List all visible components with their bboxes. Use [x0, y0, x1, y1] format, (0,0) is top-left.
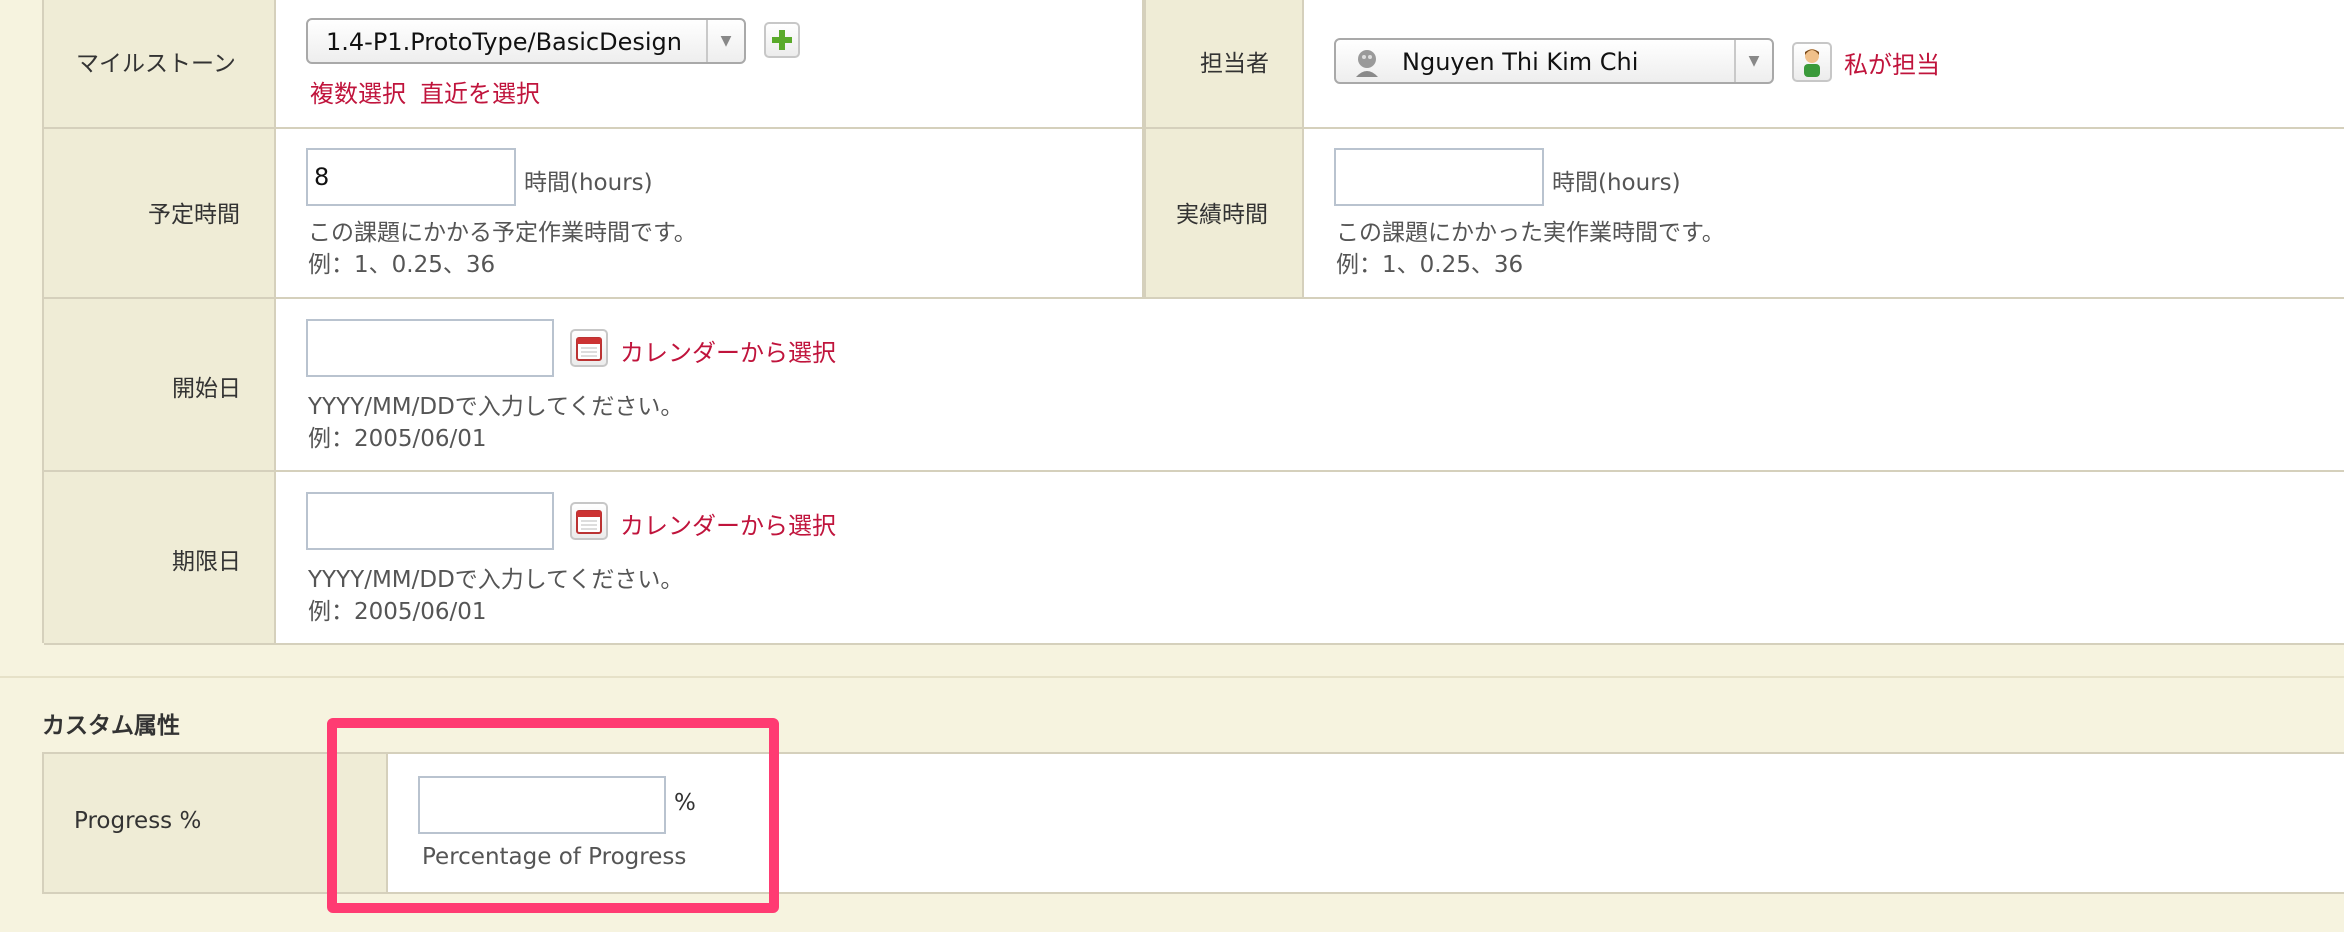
due-date-help: YYYY/MM/DDで入力してください。 — [308, 567, 684, 593]
chevron-down-icon: ▼ — [1734, 40, 1772, 82]
select-recent-link[interactable]: 直近を選択 — [420, 74, 540, 109]
start-date-value-cell: カレンダーから選択 YYYY/MM/DDで入力してください。 例：2005/06… — [276, 299, 2344, 472]
milestone-label-cell: マイルストーン — [44, 0, 276, 129]
estimated-hours-label: 予定時間 — [148, 202, 240, 228]
assignee-label: 担当者 — [1200, 51, 1269, 77]
estimated-hours-label-cell: 予定時間 — [44, 129, 276, 299]
plus-icon — [772, 30, 792, 50]
due-date-calendar-button[interactable] — [570, 502, 608, 540]
estimated-hours-example: 例：1、0.25、36 — [308, 252, 496, 278]
milestone-select[interactable]: 1.4-P1.ProtoType/BasicDesign ▼ — [306, 18, 746, 64]
calendar-icon — [576, 337, 602, 361]
due-date-input[interactable] — [306, 492, 554, 550]
assignee-label-cell: 担当者 — [1144, 0, 1304, 129]
due-date-value-cell: カレンダーから選択 YYYY/MM/DDで入力してください。 例：2005/06… — [276, 472, 2344, 645]
actual-hours-input[interactable] — [1334, 148, 1544, 206]
assignee-value-cell: Nguyen Thi Kim Chi ▼ 私が担当 — [1304, 0, 2344, 129]
start-date-label: 開始日 — [172, 376, 241, 402]
start-date-label-cell: 開始日 — [44, 299, 276, 472]
user-avatar-icon — [1356, 50, 1378, 77]
person-icon — [1804, 49, 1820, 77]
assignee-select[interactable]: Nguyen Thi Kim Chi ▼ — [1334, 38, 1774, 84]
due-date-calendar-link[interactable]: カレンダーから選択 — [620, 506, 836, 541]
actual-hours-help: この課題にかかった実作業時間です。 — [1336, 220, 1725, 246]
start-date-input[interactable] — [306, 319, 554, 377]
section-divider — [0, 676, 2344, 678]
actual-hours-label: 実績時間 — [1176, 202, 1268, 228]
milestone-value-cell: 1.4-P1.ProtoType/BasicDesign ▼ 複数選択 直近を選… — [276, 0, 1144, 129]
self-assign-icon-button[interactable] — [1792, 42, 1832, 82]
assignee-select-value: Nguyen Thi Kim Chi — [1402, 48, 1639, 76]
custom-attributes-heading: カスタム属性 — [42, 713, 180, 739]
start-date-calendar-link[interactable]: カレンダーから選択 — [620, 333, 836, 368]
start-date-calendar-button[interactable] — [570, 329, 608, 367]
actual-hours-value-cell: 時間(hours) この課題にかかった実作業時間です。 例：1、0.25、36 — [1304, 129, 2344, 299]
milestone-select-value: 1.4-P1.ProtoType/BasicDesign — [326, 28, 682, 56]
chevron-down-icon: ▼ — [706, 20, 744, 62]
self-assign-link[interactable]: 私が担当 — [1844, 45, 1940, 80]
due-date-example: 例：2005/06/01 — [308, 599, 487, 625]
start-date-example: 例：2005/06/01 — [308, 426, 487, 452]
milestone-label: マイルストーン — [76, 51, 236, 77]
start-date-help: YYYY/MM/DDで入力してください。 — [308, 394, 684, 420]
estimated-hours-help: この課題にかかる予定作業時間です。 — [308, 220, 697, 246]
add-milestone-button[interactable] — [764, 22, 800, 58]
estimated-hours-value-cell: 8 時間(hours) この課題にかかる予定作業時間です。 例：1、0.25、3… — [276, 129, 1144, 299]
due-date-label-cell: 期限日 — [44, 472, 276, 645]
estimated-hours-input[interactable]: 8 — [306, 148, 516, 206]
due-date-label: 期限日 — [172, 549, 241, 575]
calendar-icon — [576, 510, 602, 534]
actual-hours-unit: 時間(hours) — [1552, 170, 1681, 196]
actual-hours-label-cell: 実績時間 — [1144, 129, 1304, 299]
estimated-hours-unit: 時間(hours) — [524, 170, 653, 196]
multi-select-link[interactable]: 複数選択 — [310, 74, 406, 109]
highlight-annotation-box — [327, 718, 779, 913]
issue-form-table: マイルストーン 1.4-P1.ProtoType/BasicDesign ▼ 複… — [42, 0, 2344, 645]
progress-label: Progress % — [74, 808, 202, 834]
actual-hours-example: 例：1、0.25、36 — [1336, 252, 1524, 278]
